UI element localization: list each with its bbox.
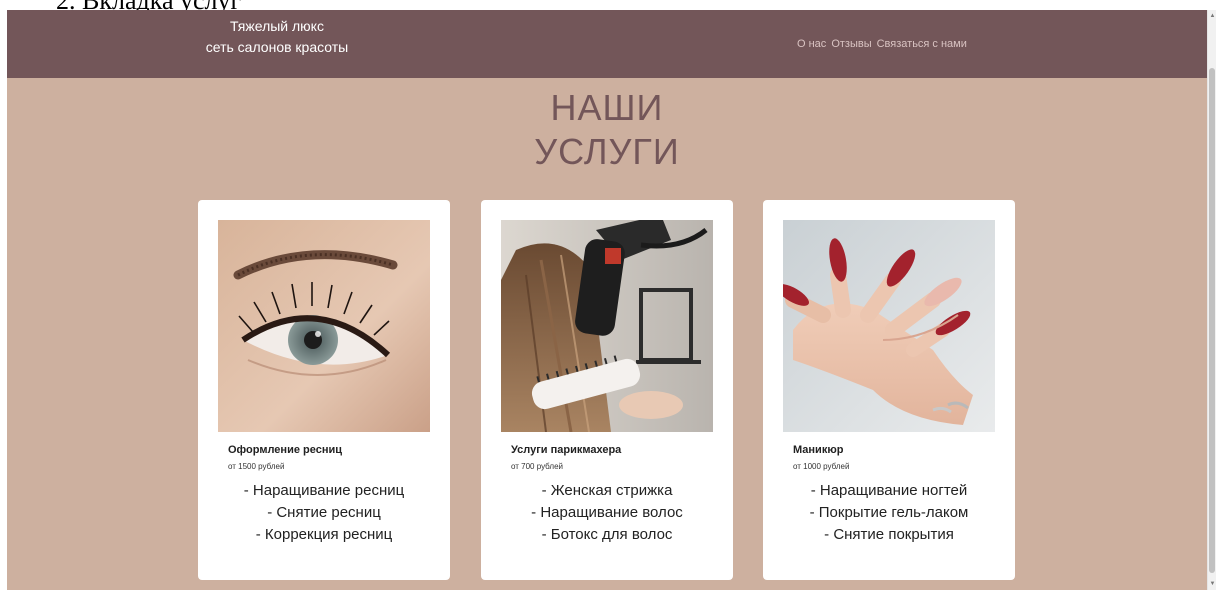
card-services-list: - Наращивание ногтей - Покрытие гель-лак… <box>763 480 1015 546</box>
scroll-up-arrow-icon[interactable]: ▲ <box>1208 12 1216 20</box>
brand[interactable]: Тяжелый люкс сеть салонов красоты <box>167 16 387 58</box>
nav-links: О нас Отзывы Связаться с нами <box>797 38 967 50</box>
list-item: - Наращивание ногтей <box>810 482 968 499</box>
card-price: от 700 рублей <box>511 462 563 471</box>
eyelash-image <box>218 220 430 432</box>
list-item: - Коррекция ресниц <box>255 526 393 543</box>
document-header-text: 2. Вкладка услуг <box>56 0 241 10</box>
card-title: Оформление ресниц <box>228 444 342 456</box>
card-title: Услуги парикмахера <box>511 444 622 456</box>
service-card-eyelashes: Оформление ресниц от 1500 рублей - Наращ… <box>198 200 450 580</box>
navbar: Тяжелый люкс сеть салонов красоты О нас … <box>7 10 1207 78</box>
card-services-list: - Женская стрижка - Наращивание волос - … <box>481 480 733 546</box>
manicure-image <box>783 220 995 432</box>
list-item: - Ботокс для волос <box>541 526 673 543</box>
scroll-down-arrow-icon[interactable]: ▼ <box>1208 580 1216 588</box>
scrollbar-thumb[interactable] <box>1209 68 1215 573</box>
list-item: - Женская стрижка <box>541 482 673 499</box>
service-card-hairdresser: Услуги парикмахера от 700 рублей - Женск… <box>481 200 733 580</box>
brand-name: Тяжелый люкс <box>230 18 324 34</box>
browser-viewport: Тяжелый люкс сеть салонов красоты О нас … <box>7 10 1207 590</box>
nav-link-about[interactable]: О нас <box>797 38 826 50</box>
brand-tagline: сеть салонов красоты <box>205 39 349 55</box>
card-services-list: - Наращивание ресниц - Снятие ресниц - К… <box>198 480 450 546</box>
list-item: - Наращивание ресниц <box>243 482 405 499</box>
list-item: - Снятие ресниц <box>267 504 381 521</box>
card-price: от 1500 рублей <box>228 462 285 471</box>
vertical-scrollbar[interactable]: ▲ ▼ <box>1207 10 1216 590</box>
document-header-fragment: 2. Вкладка услуг <box>0 0 1216 10</box>
page-title-line1: НАШИ <box>550 87 664 128</box>
nav-link-contact[interactable]: Связаться с нами <box>877 38 967 50</box>
page-title-line2: УСЛУГИ <box>534 131 680 172</box>
list-item: - Покрытие гель-лаком <box>809 504 969 521</box>
service-card-manicure: Маникюр от 1000 рублей - Наращивание ног… <box>763 200 1015 580</box>
card-title: Маникюр <box>793 444 844 456</box>
hairdresser-image <box>501 220 713 432</box>
list-item: - Снятие покрытия <box>824 526 954 543</box>
nav-link-reviews[interactable]: Отзывы <box>831 38 871 50</box>
list-item: - Наращивание волос <box>531 504 683 521</box>
card-price: от 1000 рублей <box>793 462 850 471</box>
page-title: НАШИ УСЛУГИ <box>7 86 1207 174</box>
